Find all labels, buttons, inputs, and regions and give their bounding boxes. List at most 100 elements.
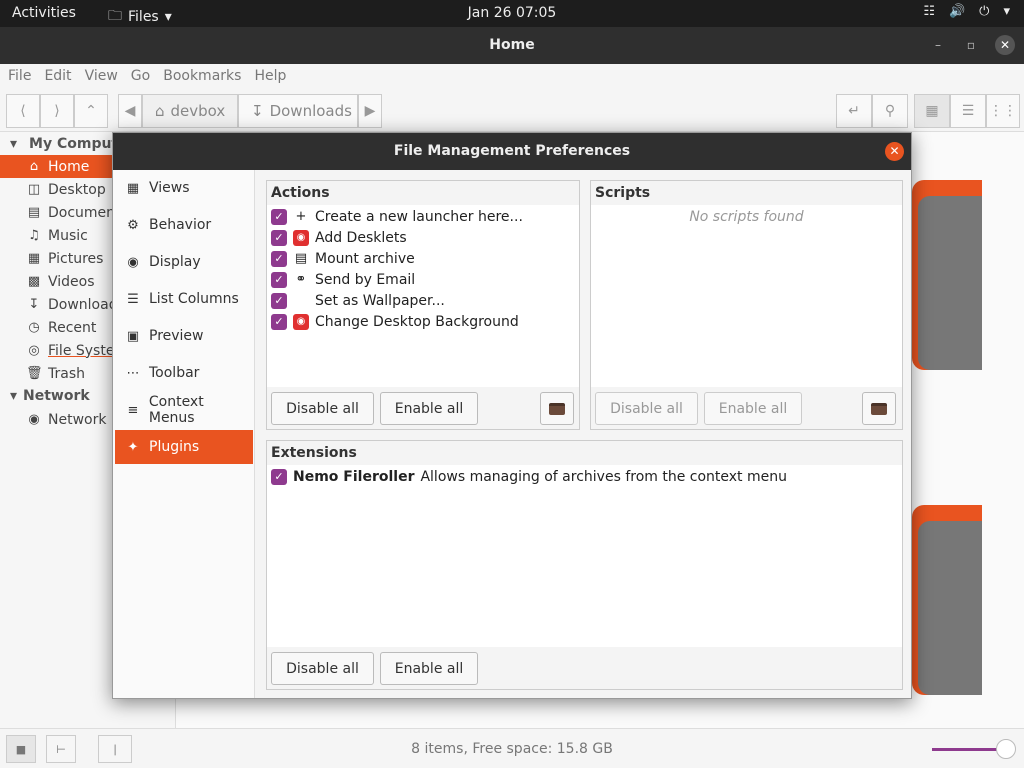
nav-label: Views bbox=[149, 180, 190, 196]
list-view-button[interactable]: ☰ bbox=[950, 94, 986, 128]
location-icon: ↵ bbox=[848, 103, 860, 119]
top-bar: Activities 🗀 Files ▾ Jan 26 07:05 ☷ 🔊 ⏻ … bbox=[0, 0, 1024, 27]
nav-label: Plugins bbox=[149, 439, 200, 455]
list-icon: ☰ bbox=[127, 291, 139, 307]
breadcrumb-devbox[interactable]: ⌂ devbox bbox=[142, 94, 238, 128]
checkbox[interactable]: ✓ bbox=[271, 250, 287, 267]
menubar: File Edit View Go Bookmarks Help bbox=[0, 64, 1024, 90]
action-label: Add Desklets bbox=[315, 229, 407, 246]
menu-icon: ≡ bbox=[127, 402, 139, 418]
chevron-left-icon: ⟨ bbox=[20, 103, 26, 119]
action-row[interactable]: ✓ ◉ Change Desktop Background bbox=[271, 311, 519, 332]
menu-view[interactable]: View bbox=[85, 64, 131, 90]
menu-help[interactable]: Help bbox=[254, 64, 299, 90]
sidebar-item-label: Music bbox=[48, 227, 88, 244]
nav-context-menus[interactable]: ≡ Context Menus bbox=[115, 393, 253, 427]
breadcrumb-right-button[interactable]: ▶ bbox=[358, 94, 382, 128]
power-icon: ⏻ bbox=[979, 4, 990, 19]
downloads-icon: ↧ bbox=[28, 297, 40, 312]
sidebar-item-label: Trash bbox=[48, 365, 85, 382]
folder-item-icon[interactable] bbox=[912, 180, 982, 370]
activities-button[interactable]: Activities bbox=[12, 5, 76, 21]
checkbox[interactable]: ✓ bbox=[271, 208, 287, 225]
show-tree-button[interactable]: ⊢ bbox=[46, 735, 76, 763]
scripts-enable-all-button[interactable]: Enable all bbox=[704, 392, 802, 425]
extensions-enable-all-button[interactable]: Enable all bbox=[380, 652, 478, 685]
nav-preview[interactable]: ▣ Preview bbox=[115, 319, 253, 353]
forward-button[interactable]: ⟩ bbox=[40, 94, 74, 128]
nav-list-columns[interactable]: ☰ List Columns bbox=[115, 282, 253, 316]
preferences-nav: ▦ Views ⚙ Behavior ◉ Display ☰ List Columns … bbox=[113, 170, 255, 698]
tree-icon: ⊢ bbox=[56, 742, 66, 756]
triangle-right-icon: ▶ bbox=[364, 103, 376, 119]
checkbox[interactable]: ✓ bbox=[271, 292, 287, 309]
dialog-close-button[interactable]: ✕ bbox=[885, 142, 904, 161]
sidebar-section-network[interactable]: ▾ Network bbox=[10, 388, 90, 404]
scripts-header: Scripts bbox=[591, 181, 902, 205]
desklet-icon: ◉ bbox=[293, 229, 309, 246]
scripts-open-folder-button[interactable] bbox=[862, 392, 896, 425]
preferences-dialog: File Management Preferences ✕ ▦ Views ⚙ Be… bbox=[112, 132, 912, 699]
scripts-panel: Scripts No scripts found Disable all Ena… bbox=[590, 180, 903, 430]
show-places-button[interactable]: ■ bbox=[6, 735, 36, 763]
status-text: 8 items, Free space: 15.8 GB bbox=[411, 741, 613, 757]
maximize-button[interactable]: ▫ bbox=[961, 35, 981, 55]
checkbox[interactable]: ✓ bbox=[271, 313, 287, 330]
action-row[interactable]: ✓ ◉ Add Desklets bbox=[271, 227, 407, 248]
app-menu[interactable]: 🗀 Files ▾ bbox=[108, 5, 172, 29]
window-title: Home bbox=[489, 37, 535, 53]
search-button[interactable]: ⚲ bbox=[872, 94, 908, 128]
nav-display[interactable]: ◉ Display bbox=[115, 245, 253, 279]
action-row[interactable]: ✓ ▤ Mount archive bbox=[271, 248, 415, 269]
close-button[interactable]: ✕ bbox=[995, 35, 1015, 55]
up-button[interactable]: ⌃ bbox=[74, 94, 108, 128]
menu-edit[interactable]: Edit bbox=[44, 64, 84, 90]
action-row[interactable]: ✓ ⚭ Send by Email bbox=[271, 269, 415, 290]
dialog-titlebar: File Management Preferences ✕ bbox=[113, 133, 911, 170]
minimize-button[interactable]: – bbox=[928, 35, 948, 55]
menu-go[interactable]: Go bbox=[131, 64, 163, 90]
folder-icon bbox=[871, 402, 887, 415]
folder-item-icon[interactable] bbox=[912, 505, 982, 695]
icon-view-button[interactable]: ▦ bbox=[914, 94, 950, 128]
volume-icon: 🔊 bbox=[948, 4, 966, 19]
sidebar-item-label: Pictures bbox=[48, 250, 104, 267]
actions-disable-all-button[interactable]: Disable all bbox=[271, 392, 374, 425]
folder-icon: 🗀 bbox=[108, 8, 122, 24]
zoom-slider-handle[interactable] bbox=[996, 739, 1016, 759]
image-icon: ▣ bbox=[126, 328, 140, 344]
checkbox[interactable]: ✓ bbox=[271, 271, 287, 288]
system-tray[interactable]: ☷ 🔊 ⏻ ▾ bbox=[923, 4, 1010, 19]
breadcrumb-downloads[interactable]: ↧ Downloads bbox=[238, 94, 358, 128]
zoom-slider-track[interactable] bbox=[932, 748, 1000, 751]
nav-behavior[interactable]: ⚙ Behavior bbox=[115, 208, 253, 242]
nav-views[interactable]: ▦ Views bbox=[115, 171, 253, 205]
chevron-right-icon: ⟩ bbox=[54, 103, 60, 119]
extensions-disable-all-button[interactable]: Disable all bbox=[271, 652, 374, 685]
action-row[interactable]: ✓ + Create a new launcher here... bbox=[271, 206, 523, 227]
breadcrumb-left-button[interactable]: ◀ bbox=[118, 94, 142, 128]
extension-row[interactable]: ✓ Nemo Fileroller Allows managing of arc… bbox=[271, 466, 787, 487]
hide-sidebar-button[interactable]: ∣ bbox=[98, 735, 132, 763]
scripts-disable-all-button[interactable]: Disable all bbox=[595, 392, 698, 425]
desktop-icon: ◫ bbox=[27, 182, 41, 197]
menu-bookmarks[interactable]: Bookmarks bbox=[163, 64, 254, 90]
actions-open-folder-button[interactable] bbox=[540, 392, 574, 425]
nav-toolbar[interactable]: ⋯ Toolbar bbox=[115, 356, 253, 390]
checkbox[interactable]: ✓ bbox=[271, 468, 287, 485]
compact-view-button[interactable]: ⋮⋮ bbox=[986, 94, 1020, 128]
desklet-icon: ◉ bbox=[293, 313, 309, 330]
actions-footer: Disable all Enable all bbox=[267, 387, 579, 429]
sidebar-item-label: Desktop bbox=[48, 181, 106, 198]
location-toggle-button[interactable]: ↵ bbox=[836, 94, 872, 128]
breadcrumb-label: Downloads bbox=[269, 102, 352, 120]
back-button[interactable]: ⟨ bbox=[6, 94, 40, 128]
menu-file[interactable]: File bbox=[8, 64, 44, 90]
extension-name: Nemo Fileroller bbox=[293, 468, 415, 485]
actions-enable-all-button[interactable]: Enable all bbox=[380, 392, 478, 425]
checkbox[interactable]: ✓ bbox=[271, 229, 287, 246]
network-icon: ◉ bbox=[28, 412, 40, 427]
action-row[interactable]: ✓ Set as Wallpaper... bbox=[271, 290, 445, 311]
no-scripts-text: No scripts found bbox=[689, 209, 804, 225]
nav-plugins[interactable]: ✦ Plugins bbox=[115, 430, 253, 464]
